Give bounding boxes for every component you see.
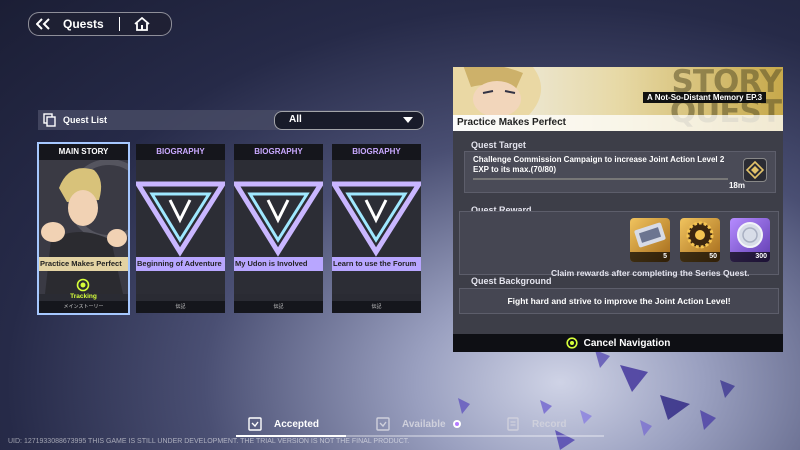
tab-record[interactable]: Record [506,413,566,435]
card-footer: 伝記 [234,301,323,313]
quest-filter-dropdown[interactable]: All [274,111,424,130]
quest-reward-box: 5 50 300 [459,211,779,275]
check-shield-icon [376,417,390,431]
quest-name: Practice Makes Perfect [453,115,783,131]
character-portrait [39,160,128,294]
reward-quantity: 300 [730,252,770,262]
target-distance: 18m [728,181,745,190]
biography-emblem-icon [332,160,421,294]
quest-target-text: Challenge Commission Campaign to increas… [473,155,725,174]
quest-detail-panel: STORY QUEST A Not-So-Distant Memory EP.3… [453,67,783,352]
quest-target-label: Quest Target [471,140,526,150]
reward-note: Claim rewards after completing the Serie… [551,268,750,278]
chevron-down-icon [403,117,413,123]
reward-item[interactable]: 300 [730,218,770,262]
record-clipboard-icon [507,417,519,431]
quest-card-biography-1[interactable]: BIOGRAPHY Beginning of Adventure 伝記 [136,144,225,313]
quest-card-biography-2[interactable]: BIOGRAPHY My Udon is Involved 伝記 [234,144,323,313]
notification-dot-icon [452,420,461,428]
list-copy-icon [43,113,56,127]
bottom-tabs: Accepted Available Record [236,413,604,437]
tab-label: Accepted [274,418,320,430]
reward-item[interactable]: 5 [630,218,670,262]
card-category: BIOGRAPHY [234,144,323,160]
navigate-button[interactable] [743,158,767,182]
reward-quantity: 50 [680,252,720,262]
check-shield-icon [248,417,262,431]
card-title: My Udon is Involved [235,259,308,268]
card-title: Practice Makes Perfect [40,259,122,268]
character-portrait [453,67,542,115]
target-progress-bar [473,178,728,180]
quest-background-text: Fight hard and strive to improve the Joi… [507,296,731,306]
silver-coin-icon [737,222,763,248]
tracking-icon [566,337,578,349]
home-button[interactable] [130,13,154,35]
tab-available[interactable]: Available [376,413,462,435]
tab-label: Available [402,418,446,430]
page-title: Quests [63,17,104,31]
ticket-icon [634,222,666,248]
quest-card-main-story[interactable]: MAIN STORY Practice Makes Perfect Tracki… [37,142,130,315]
quest-card-biography-3[interactable]: BIOGRAPHY Learn to use the Forum 伝記 [332,144,421,313]
top-nav: Quests [28,12,172,36]
quest-background-label: Quest Background [471,276,552,286]
biography-emblem-icon [234,160,323,294]
card-title: Beginning of Adventure [137,259,222,268]
nav-divider [119,17,120,31]
card-category: BIOGRAPHY [136,144,225,160]
compass-icon [745,160,765,180]
tab-label: Record [532,418,567,430]
episode-label: A Not-So-Distant Memory EP.3 [643,92,767,103]
back-button[interactable] [29,13,63,35]
tracking-icon [76,278,90,292]
tab-underline [236,435,604,437]
filter-value: All [289,114,302,125]
card-category: BIOGRAPHY [332,144,421,160]
home-icon [134,17,150,31]
reward-quantity: 5 [630,252,670,262]
back-arrow-icon [36,18,50,30]
tab-accepted[interactable]: Accepted [248,413,319,435]
reward-item[interactable]: 50 [680,218,720,262]
quest-background-box: Fight hard and strive to improve the Joi… [459,288,779,314]
card-category: MAIN STORY [39,144,128,160]
cancel-navigation-button[interactable]: Cancel Navigation [453,334,783,352]
build-disclaimer: UID: 1271933088673995 THIS GAME IS STILL… [8,438,410,445]
quest-list-label: Quest List [63,115,108,125]
cancel-navigation-label: Cancel Navigation [583,337,671,349]
quest-banner: STORY QUEST A Not-So-Distant Memory EP.3… [453,67,783,131]
quest-target-box: Challenge Commission Campaign to increas… [464,151,776,193]
biography-emblem-icon [136,160,225,294]
active-tab-indicator [236,435,346,437]
tracking-label: Tracking [70,293,97,300]
card-footer: 伝記 [332,301,421,313]
card-footer: 伝記 [136,301,225,313]
card-title: Learn to use the Forum [333,259,417,268]
gear-coin-icon [686,221,714,249]
card-footer: メインストーリー [39,301,128,313]
